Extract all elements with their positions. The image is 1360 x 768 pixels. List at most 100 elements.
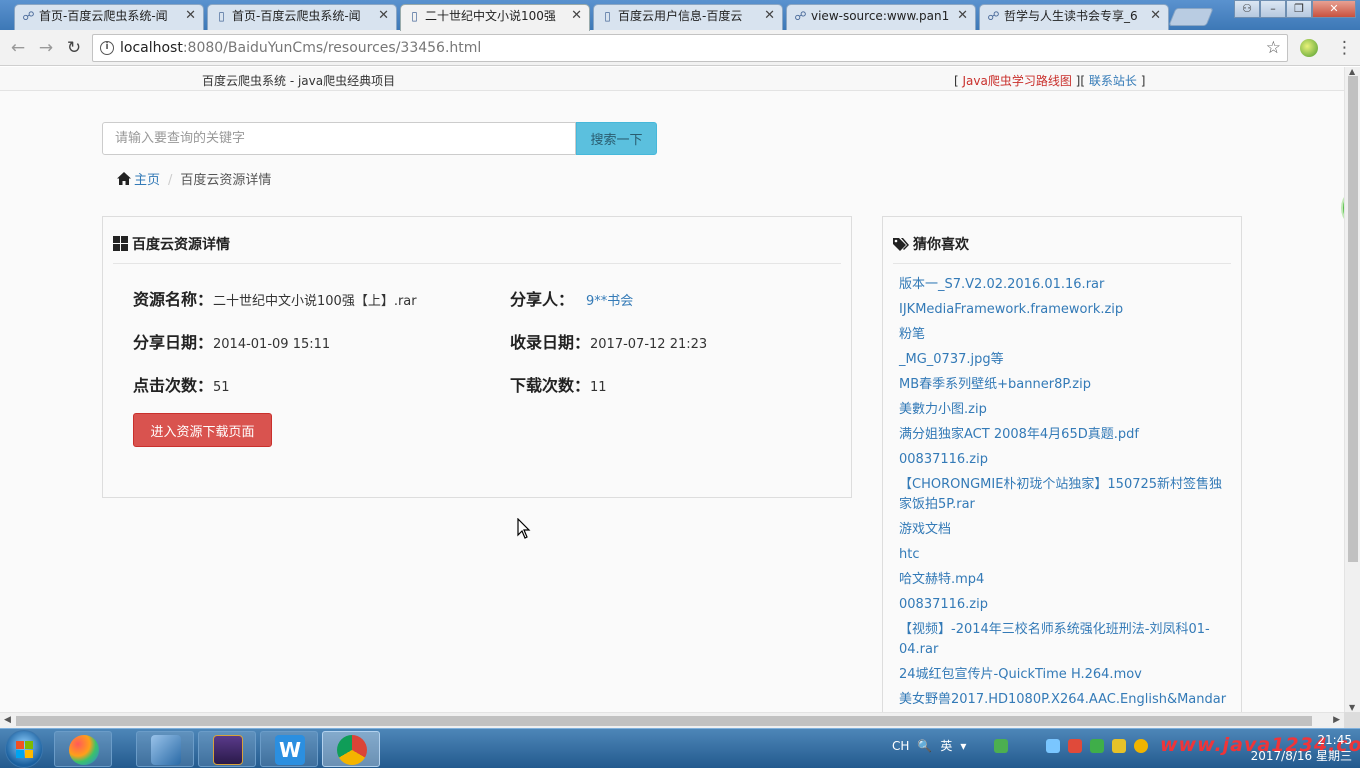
tray-shield-icon[interactable] <box>1112 738 1127 753</box>
bracket-open: [ <box>954 74 963 88</box>
recommend-item[interactable]: 哈文赫特.mp4 <box>899 570 1233 590</box>
close-tab-icon[interactable]: ✕ <box>571 5 582 27</box>
close-tab-icon[interactable]: ✕ <box>185 5 196 27</box>
taskbar-app-chrome[interactable] <box>322 731 380 767</box>
close-tab-icon[interactable]: ✕ <box>378 5 389 27</box>
start-button[interactable] <box>5 730 43 768</box>
divider <box>893 263 1231 264</box>
page-icon: ▯ <box>411 9 418 23</box>
close-tab-icon[interactable]: ✕ <box>1150 5 1161 27</box>
resource-name-field: 资源名称：二十世纪中文小说100强【上】.rar <box>133 286 417 310</box>
bookmark-star-icon[interactable]: ☆ <box>1266 38 1281 58</box>
recommend-item[interactable]: 【CHORONGMIE朴初珑个站独家】150725新村签售独家饭拍5P.rar <box>899 475 1233 515</box>
taskbar-app-wps[interactable]: W <box>260 731 318 767</box>
bracket-close: ] <box>1136 74 1146 88</box>
contact-link[interactable]: 联系站长 <box>1089 74 1137 88</box>
browser-tab-4[interactable]: ▯ 百度云用户信息-百度云 ✕ <box>593 4 783 30</box>
breadcrumb: 主页 / 百度云资源详情 <box>117 169 271 188</box>
bracket-mid: ][ <box>1071 74 1089 88</box>
scroll-down-icon[interactable]: ▼ <box>1349 703 1355 712</box>
scroll-up-icon[interactable]: ▲ <box>1349 67 1355 76</box>
recommend-item[interactable]: 粉笔 <box>899 325 1233 345</box>
recommend-item[interactable]: IJKMediaFramework.framework.zip <box>899 300 1233 320</box>
recommend-item[interactable]: 游戏文档 <box>899 520 1233 540</box>
sharer-field: 分享人： 9**书会 <box>510 286 633 310</box>
system-clock[interactable]: 21:45 2017/8/16 星期三 <box>1240 732 1352 764</box>
recommend-item[interactable]: 00837116.zip <box>899 595 1233 615</box>
home-icon <box>117 172 131 185</box>
tray-plus-icon[interactable] <box>1134 738 1149 753</box>
page-icon: ▯ <box>218 9 225 23</box>
breadcrumb-home[interactable]: 主页 <box>117 172 161 188</box>
taskbar-app-mysql[interactable] <box>136 731 194 767</box>
share-date-label: 分享日期： <box>133 333 214 352</box>
clicks-value: 51 <box>213 380 230 395</box>
search-button[interactable]: 搜索一下 <box>576 122 657 155</box>
recommend-item[interactable]: 24城红包宣传片-QuickTime H.264.mov <box>899 665 1233 685</box>
browser-tab-3[interactable]: ▯ 二十世纪中文小说100强 ✕ <box>400 4 590 31</box>
taskbar-app-eclipse[interactable] <box>198 731 256 767</box>
recommend-item[interactable]: 美數力小图.zip <box>899 400 1233 420</box>
url-text[interactable]: localhost:8080/BaiduYunCms/resources/334… <box>120 40 481 56</box>
download-page-button[interactable]: 进入资源下载页面 <box>133 413 272 447</box>
recommend-item[interactable]: 美女野兽2017.HD1080P.X264.AAC.English&Mandar <box>899 690 1233 710</box>
forward-arrow-icon[interactable]: → <box>36 38 56 58</box>
search-input[interactable] <box>102 122 576 155</box>
tray-network-icon[interactable] <box>1090 738 1105 753</box>
menu-icon[interactable]: ⋮ <box>1336 36 1353 60</box>
ime-dropdown-icon[interactable]: ▾ <box>960 739 966 753</box>
close-window-icon[interactable]: ✕ <box>1312 0 1356 18</box>
recommend-item[interactable]: _MG_0737.jpg等 <box>899 350 1233 370</box>
recommend-item[interactable]: 【视频】-2014年三校名师系统强化班刑法-刘凤科01-04.rar <box>899 620 1233 660</box>
recommend-item[interactable]: 00837116.zip <box>899 450 1233 470</box>
vertical-scrollbar[interactable]: ▲ ▼ <box>1344 67 1360 712</box>
close-tab-icon[interactable]: ✕ <box>957 5 968 27</box>
recommend-item[interactable]: htc <box>899 545 1233 565</box>
browser-tabstrip: ☍ 首页-百度云爬虫系统-闻 ✕ ▯ 首页-百度云爬虫系统-闻 ✕ ▯ 二十世纪… <box>0 0 1360 31</box>
recommend-item[interactable]: MB春季系列壁纸+banner8P.zip <box>899 375 1233 395</box>
url-path: :8080/BaiduYunCms/resources/33456.html <box>182 40 482 56</box>
ime-indicator[interactable]: CH <box>892 739 909 753</box>
site-topbar: 百度云爬虫系统 - java爬虫经典项目 [ Java爬虫学习路线图 ][ 联系… <box>0 67 1344 91</box>
sharer-label: 分享人： <box>510 290 575 309</box>
scroll-thumb[interactable] <box>1348 76 1358 562</box>
new-tab-button[interactable] <box>1168 8 1214 26</box>
recommend-item[interactable]: 版本一_S7.V2.02.2016.01.16.rar <box>899 275 1233 295</box>
recommend-title: 猜你喜欢 <box>893 234 969 254</box>
horizontal-scrollbar[interactable]: ◀ ▶ <box>0 712 1344 728</box>
browser-tab-5[interactable]: ☍ view-source:www.pan1 ✕ <box>786 4 976 30</box>
sharer-link[interactable]: 9**书会 <box>586 294 633 309</box>
recommend-item[interactable]: 满分姐独家ACT 2008年4月65D真题.pdf <box>899 425 1233 445</box>
user-icon[interactable]: ⚇ <box>1234 0 1260 18</box>
system-tray: CH 🔍 英 ▾ <box>892 737 1156 754</box>
javaee-ide-icon <box>213 735 243 765</box>
browser-tab-6[interactable]: ☍ 哲学与人生读书会专享_6 ✕ <box>979 4 1169 30</box>
scroll-left-icon[interactable]: ◀ <box>4 715 11 725</box>
clock-time: 21:45 <box>1317 733 1352 747</box>
address-bar[interactable]: i localhost:8080/BaiduYunCms/resources/3… <box>92 34 1288 62</box>
mouse-cursor-icon <box>517 518 531 539</box>
close-tab-icon[interactable]: ✕ <box>764 5 775 27</box>
page-viewport: 百度云爬虫系统 - java爬虫经典项目 [ Java爬虫学习路线图 ][ 联系… <box>0 67 1344 712</box>
battery-icon[interactable] <box>994 738 1009 753</box>
taskbar-app-colorful[interactable] <box>54 731 112 767</box>
ime-search-icon[interactable]: 🔍 <box>917 739 932 753</box>
ime-lang[interactable]: 英 <box>940 737 952 754</box>
tab-label: 二十世纪中文小说100强 <box>425 9 556 23</box>
info-icon[interactable]: i <box>100 41 114 55</box>
tray-box-icon[interactable] <box>1046 738 1061 753</box>
collect-date-label: 收录日期： <box>510 333 591 352</box>
breadcrumb-home-label: 主页 <box>134 173 161 188</box>
minimize-icon[interactable]: – <box>1260 0 1286 18</box>
back-arrow-icon[interactable]: ← <box>8 38 28 58</box>
maximize-icon[interactable]: ❐ <box>1286 0 1312 18</box>
windows-logo-icon <box>16 741 33 758</box>
scroll-right-icon[interactable]: ▶ <box>1333 715 1340 725</box>
browser-tab-1[interactable]: ☍ 首页-百度云爬虫系统-闻 ✕ <box>14 4 204 30</box>
reload-icon[interactable]: ↻ <box>64 38 84 58</box>
scroll-thumb[interactable] <box>16 716 1312 726</box>
extension-icon[interactable] <box>1300 39 1318 57</box>
roadmap-link[interactable]: Java爬虫学习路线图 <box>963 74 1072 88</box>
browser-tab-2[interactable]: ▯ 首页-百度云爬虫系统-闻 ✕ <box>207 4 397 30</box>
tray-security-icon[interactable] <box>1068 738 1083 753</box>
